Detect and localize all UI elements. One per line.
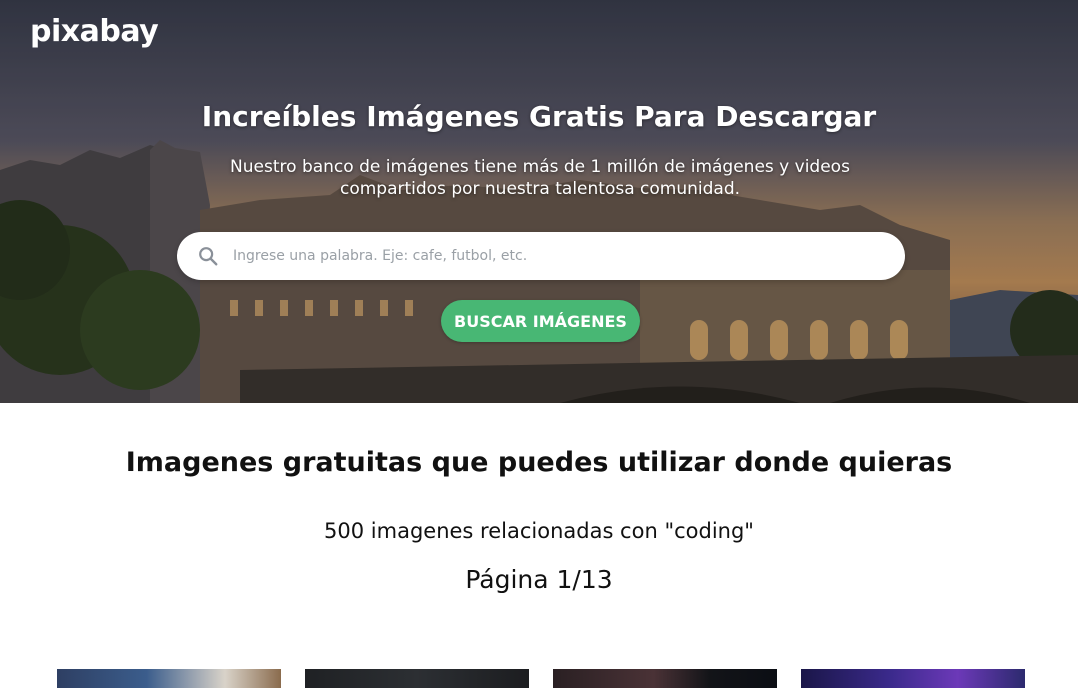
image-thumbnail[interactable] bbox=[801, 669, 1025, 688]
pixabay-logo[interactable]: pixabay bbox=[30, 14, 159, 50]
image-thumbnail[interactable] bbox=[553, 669, 777, 688]
search-bar[interactable] bbox=[177, 232, 905, 280]
hero-title: Increíbles Imágenes Gratis Para Descarga… bbox=[201, 100, 877, 133]
image-thumbnail[interactable] bbox=[305, 669, 529, 688]
hero-subtitle: Nuestro banco de imágenes tiene más de 1… bbox=[230, 157, 850, 199]
hero-banner: pixabay Increíbles Imágenes Gratis Para … bbox=[0, 0, 1078, 403]
image-thumbnail[interactable] bbox=[57, 669, 281, 688]
search-images-button[interactable]: BUSCAR IMÁGENES bbox=[441, 300, 640, 342]
search-icon bbox=[199, 247, 218, 266]
hero-overlay bbox=[0, 0, 1078, 403]
search-input[interactable] bbox=[233, 236, 905, 276]
section-title: Imagenes gratuitas que puedes utilizar d… bbox=[125, 447, 953, 478]
result-count: 500 imagenes relacionadas con "coding" bbox=[324, 519, 754, 543]
page-indicator: Página 1/13 bbox=[465, 565, 613, 594]
